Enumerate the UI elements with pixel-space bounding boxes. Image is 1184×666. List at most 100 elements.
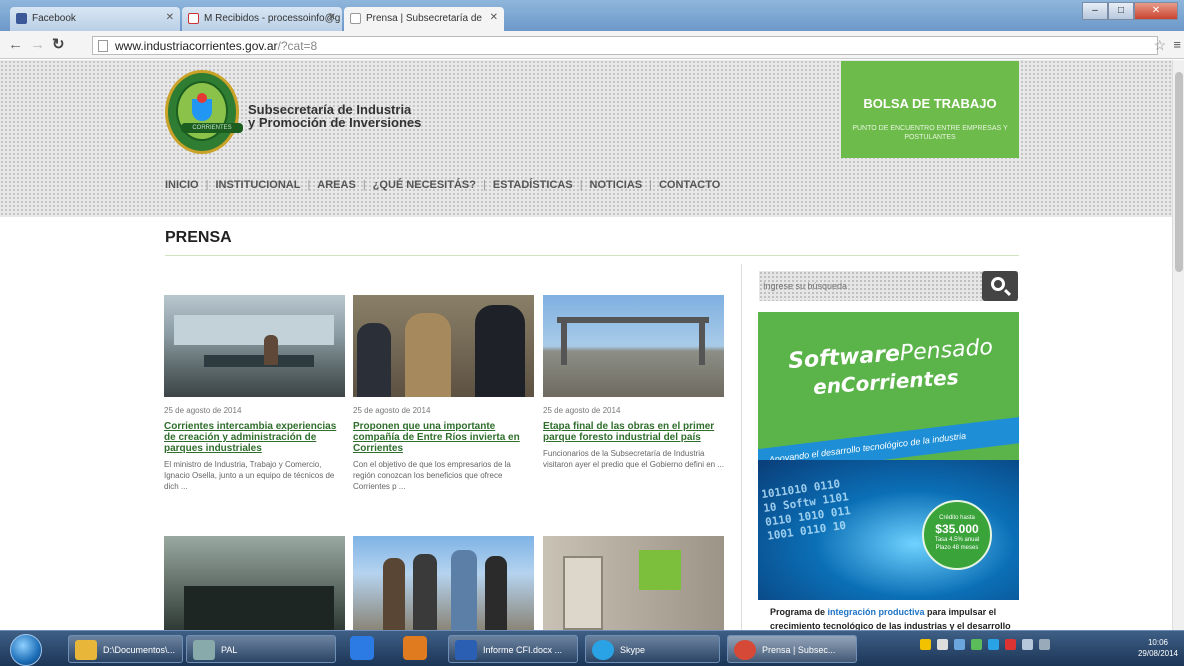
banner-binary-digits: 1011010 0110 10 Softw 1101 0110 1010 011 10… bbox=[760, 477, 852, 543]
gmail-icon bbox=[188, 13, 199, 24]
article-card bbox=[164, 536, 345, 630]
tray-icon[interactable] bbox=[920, 639, 931, 650]
article-title[interactable]: Etapa final de las obras en el primer pa… bbox=[543, 421, 724, 443]
vertical-scrollbar[interactable] bbox=[1172, 60, 1184, 630]
volume-icon[interactable] bbox=[1022, 639, 1033, 650]
article-photo[interactable] bbox=[543, 536, 724, 630]
network-icon[interactable] bbox=[1039, 639, 1050, 650]
site-title-line2: y Promoción de Inversiones bbox=[248, 115, 422, 130]
logo-ribbon: CORRIENTES bbox=[181, 123, 243, 133]
taskbar-skype[interactable]: Skype bbox=[585, 635, 720, 663]
program-link[interactable]: integración productiva bbox=[828, 607, 925, 617]
program-text: Programa de bbox=[770, 607, 828, 617]
close-icon[interactable]: ✕ bbox=[328, 12, 336, 23]
tray-icon[interactable] bbox=[971, 639, 982, 650]
taskbar-label: Informe CFI.docx ... bbox=[483, 645, 563, 655]
app-icon bbox=[193, 640, 215, 660]
article-card: 25 de agosto de 2014 Corrientes intercam… bbox=[164, 295, 345, 492]
badge-line2: Tasa 4.5% anual bbox=[934, 537, 980, 543]
taskbar-label: Skype bbox=[620, 645, 646, 655]
tray-icon[interactable] bbox=[1005, 639, 1016, 650]
start-button[interactable] bbox=[10, 634, 42, 666]
taskbar-folder[interactable]: D:\Documentos\... bbox=[68, 635, 183, 663]
photo-person bbox=[475, 305, 525, 397]
scrollbar-thumb[interactable] bbox=[1175, 72, 1183, 272]
minimize-icon[interactable]: – bbox=[1082, 2, 1108, 20]
article-title[interactable]: Corrientes intercambia experiencias de c… bbox=[164, 421, 345, 454]
nav-institucional[interactable]: INSTITUCIONAL bbox=[215, 179, 300, 191]
bookmark-star-icon[interactable]: ☆ bbox=[1153, 37, 1166, 54]
web-page: CORRIENTES Subsecretaría de Industria y … bbox=[0, 60, 1172, 630]
article-photo[interactable] bbox=[353, 295, 534, 397]
page-icon bbox=[350, 13, 361, 24]
browser-toolbar: ← → ↻ www.industriacorrientes.gov.ar/?ca… bbox=[0, 31, 1184, 59]
article-photo[interactable] bbox=[164, 295, 345, 397]
tray-icon[interactable] bbox=[937, 639, 948, 650]
article-photo[interactable] bbox=[164, 536, 345, 630]
close-icon[interactable]: ✕ bbox=[490, 12, 498, 23]
taskbar-app[interactable]: PAL bbox=[186, 635, 336, 663]
article-photo[interactable] bbox=[353, 536, 534, 630]
search-input[interactable] bbox=[759, 271, 979, 301]
credit-badge: Crédito hasta $35.000 Tasa 4.5% anual Pl… bbox=[922, 500, 992, 570]
nav-estadisticas[interactable]: ESTADÍSTICAS bbox=[493, 179, 573, 191]
window-close-icon[interactable]: ✕ bbox=[1134, 2, 1178, 20]
tab-prensa[interactable]: Prensa | Subsecretaría de ✕ bbox=[344, 7, 504, 31]
banner-word-pensado: Pensado bbox=[899, 334, 994, 367]
tray-icon[interactable] bbox=[954, 639, 965, 650]
site-header: CORRIENTES Subsecretaría de Industria y … bbox=[0, 60, 1172, 217]
nav-separator: | bbox=[649, 179, 652, 191]
taskbar-label: Prensa | Subsec... bbox=[762, 645, 836, 655]
nav-areas[interactable]: AREAS bbox=[317, 179, 356, 191]
tab-facebook[interactable]: Facebook ✕ bbox=[10, 7, 180, 31]
photo-wall bbox=[174, 315, 334, 345]
nav-noticias[interactable]: NOTICIAS bbox=[590, 179, 643, 191]
nav-contacto[interactable]: CONTACTO bbox=[659, 179, 720, 191]
system-tray bbox=[920, 639, 1050, 650]
browser-tab-strip: Facebook ✕ M Recibidos - processoinfo@g … bbox=[0, 0, 1184, 31]
search-button[interactable] bbox=[982, 271, 1018, 301]
banner-headline: SoftwarePensado bbox=[787, 335, 993, 374]
media-player-icon[interactable] bbox=[403, 636, 427, 660]
photo-person bbox=[264, 335, 278, 365]
forward-icon[interactable]: → bbox=[30, 37, 45, 52]
article-excerpt: Funcionarios de la Subsecretaría de Indu… bbox=[543, 449, 724, 469]
nav-que-necesitas[interactable]: ¿QUÉ NECESITÁS? bbox=[373, 179, 476, 191]
article-title[interactable]: Proponen que una importante compañía de … bbox=[353, 421, 534, 454]
taskbar-clock[interactable]: 10:06 29/08/2014 bbox=[1138, 637, 1178, 659]
bolsa-title: BOLSA DE TRABAJO bbox=[863, 96, 997, 111]
article-date: 25 de agosto de 2014 bbox=[353, 406, 431, 415]
reload-icon[interactable]: ↻ bbox=[52, 37, 65, 52]
clock-time: 10:06 bbox=[1147, 638, 1168, 647]
maximize-icon[interactable]: □ bbox=[1108, 2, 1134, 20]
site-title[interactable]: Subsecretaría de Industria y Promoción d… bbox=[248, 103, 421, 129]
taskbar-label: D:\Documentos\... bbox=[103, 645, 176, 655]
badge-amount: $35.000 bbox=[935, 522, 979, 536]
taskbar-word[interactable]: Informe CFI.docx ... bbox=[448, 635, 578, 663]
article-photo[interactable] bbox=[543, 295, 724, 397]
photo-person bbox=[451, 550, 477, 630]
skype-icon bbox=[592, 640, 614, 660]
taskbar-chrome[interactable]: Prensa | Subsec... bbox=[727, 635, 857, 663]
back-icon[interactable]: ← bbox=[8, 37, 23, 52]
ie-icon[interactable] bbox=[350, 636, 374, 660]
tab-gmail[interactable]: M Recibidos - processoinfo@g ✕ bbox=[182, 7, 342, 31]
close-icon[interactable]: ✕ bbox=[166, 12, 174, 23]
article-card bbox=[543, 536, 724, 630]
photo-person bbox=[485, 556, 507, 630]
page-title: PRENSA bbox=[165, 229, 232, 246]
tray-icon[interactable] bbox=[988, 639, 999, 650]
menu-icon[interactable]: ≡ bbox=[1173, 37, 1181, 52]
program-description: Programa de integración productiva para … bbox=[770, 605, 1020, 630]
nav-inicio[interactable]: INICIO bbox=[165, 179, 199, 191]
logo-shield: CORRIENTES bbox=[176, 81, 243, 141]
software-banner[interactable]: SoftwarePensado enCorrientes Apoyando el… bbox=[758, 312, 1019, 600]
photo-post bbox=[561, 317, 567, 365]
bolsa-de-trabajo-banner[interactable]: BOLSA DE TRABAJO PUNTO DE ENCUENTRO ENTR… bbox=[841, 61, 1019, 158]
photo-door bbox=[563, 556, 603, 630]
search-icon-handle bbox=[1003, 288, 1012, 297]
photo-arch bbox=[557, 317, 709, 323]
main-nav: INICIO | INSTITUCIONAL | AREAS | ¿QUÉ NECES… bbox=[165, 179, 720, 191]
corrientes-logo[interactable]: CORRIENTES bbox=[165, 70, 243, 154]
address-bar[interactable]: www.industriacorrientes.gov.ar/?cat=8 bbox=[92, 36, 1158, 55]
